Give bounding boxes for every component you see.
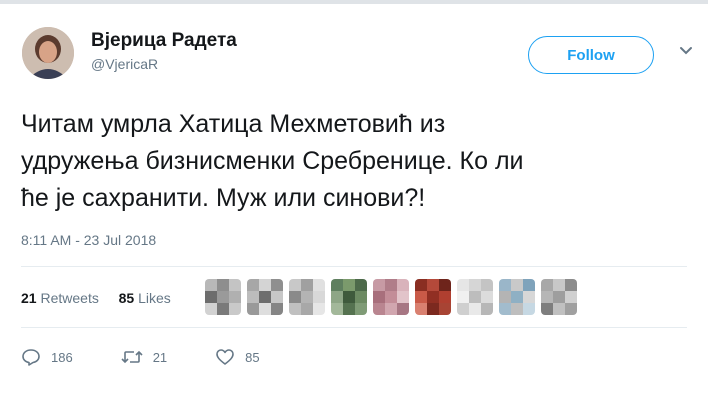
heart-icon (216, 349, 234, 365)
tweet-text: Читам умрла Хатица Мехметовић из удружењ… (21, 106, 681, 217)
liker-avatar[interactable] (247, 279, 283, 315)
retweets-label[interactable]: Retweets (40, 290, 98, 306)
avatar[interactable] (22, 27, 74, 79)
reply-count: 186 (51, 349, 73, 365)
engagement-stats: 21 Retweets 85 Likes (21, 290, 171, 306)
liker-avatar[interactable] (541, 279, 577, 315)
top-border (0, 0, 708, 4)
reply-button[interactable]: 186 (21, 347, 73, 367)
follow-button[interactable]: Follow (528, 36, 654, 74)
likes-count[interactable]: 85 (119, 290, 135, 306)
user-handle[interactable]: @VjericaR (91, 56, 158, 72)
liker-avatar[interactable] (331, 279, 367, 315)
liker-avatar[interactable] (415, 279, 451, 315)
display-name[interactable]: Вјерица Радета (91, 30, 237, 52)
tweet-line: Читам умрла Хатица Мехметовић из (21, 110, 446, 138)
retweet-icon (121, 350, 143, 364)
tweet-actions: 186 21 85 (21, 345, 308, 369)
divider (21, 266, 687, 267)
retweets-count[interactable]: 21 (21, 290, 37, 306)
liker-avatar[interactable] (457, 279, 493, 315)
liker-avatars (205, 279, 577, 315)
divider (21, 327, 687, 328)
tweet-line: ће је сахранити. Муж или синови?! (21, 184, 426, 212)
reply-icon (22, 349, 40, 366)
liker-avatar[interactable] (499, 279, 535, 315)
likes-label[interactable]: Likes (138, 290, 171, 306)
liker-avatar[interactable] (205, 279, 241, 315)
liker-avatar[interactable] (289, 279, 325, 315)
liker-avatar[interactable] (373, 279, 409, 315)
retweet-button[interactable]: 21 (121, 347, 167, 367)
like-count: 85 (245, 349, 260, 365)
tweet-line: удружења бизнисменки Сребренице. Ко ли (21, 147, 524, 175)
retweet-count: 21 (152, 349, 168, 365)
tweet-timestamp[interactable]: 8:11 AM - 23 Jul 2018 (21, 232, 156, 248)
chevron-down-icon[interactable] (679, 46, 693, 56)
like-button[interactable]: 85 (215, 347, 260, 367)
